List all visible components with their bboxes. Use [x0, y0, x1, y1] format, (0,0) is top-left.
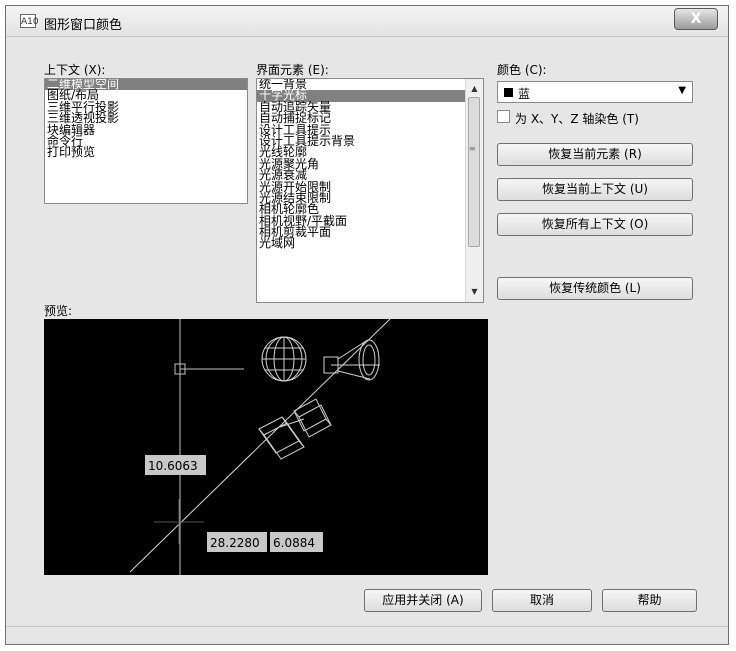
tint-axes-checkbox[interactable] [497, 110, 510, 123]
camera-icon [258, 398, 332, 460]
context-list-item[interactable]: 打印预览 [45, 146, 247, 158]
color-dropdown[interactable]: 蓝 ▼ [497, 81, 693, 103]
dialog-title: 图形窗口颜色 [44, 18, 123, 33]
restore-all-contexts-button[interactable]: 恢复所有上下文 (O) [497, 213, 693, 236]
color-swatch [504, 88, 513, 97]
context-label: 上下文 (X): [44, 63, 106, 77]
scroll-grip-icon: ≡ [469, 144, 476, 153]
chevron-down-icon: ▼ [678, 85, 686, 96]
globe-light-icon [261, 336, 307, 382]
apply-and-close-button[interactable]: 应用并关闭 (A) [364, 589, 482, 612]
color-selected-value: 蓝 [518, 87, 531, 101]
preview-drawing: 10.6063 28.2280 6.0884 [129, 319, 391, 575]
preview-canvas: 10.6063 28.2280 6.0884 [44, 319, 488, 575]
title-bar: A10 图形窗口颜色 X [6, 6, 728, 37]
graphics-window-color-dialog: A10 图形窗口颜色 X 上下文 (X): 二维模型空间 图纸/布局 三维平行投影三… [5, 5, 729, 645]
restore-classic-colors-button[interactable]: 恢复传统颜色 (L) [497, 277, 693, 300]
readout-x: 28.2280 [210, 536, 260, 550]
elements-scrollbar[interactable]: ▲ ≡ ▼ [465, 79, 483, 302]
bottom-separator [6, 626, 728, 627]
preview-label: 预览: [44, 304, 73, 318]
elements-list-item[interactable]: 光域网 [257, 237, 483, 249]
interface-elements-label: 界面元素 (E): [256, 63, 329, 77]
close-button[interactable]: X [674, 8, 718, 30]
color-label: 颜色 (C): [497, 63, 547, 77]
tint-axes-label: 为 X、Y、Z 轴染色 (T) [515, 112, 639, 126]
cancel-button[interactable]: 取消 [492, 589, 592, 612]
spotlight-icon [323, 339, 380, 381]
scroll-thumb[interactable] [468, 97, 480, 247]
restore-current-element-button[interactable]: 恢复当前元素 (R) [497, 143, 693, 166]
readout-distance: 10.6063 [148, 459, 198, 473]
autocad-app-icon: A10 [20, 14, 39, 28]
help-button[interactable]: 帮助 [602, 589, 697, 612]
restore-current-context-button[interactable]: 恢复当前上下文 (U) [497, 178, 693, 201]
readout-y: 6.0884 [273, 536, 315, 550]
scroll-down-arrow-icon[interactable]: ▼ [466, 284, 483, 300]
context-listbox[interactable]: 二维模型空间 图纸/布局 三维平行投影 三维透视投影 块编辑器 命令行 打印预览 [44, 78, 248, 204]
scroll-up-arrow-icon[interactable]: ▲ [466, 81, 483, 97]
interface-elements-listbox[interactable]: 统一背景 十字光标 自动追踪矢量 自动捕捉标记 设计工具提示 设计工具提示背景 光线轮廓 光源… [256, 78, 484, 303]
